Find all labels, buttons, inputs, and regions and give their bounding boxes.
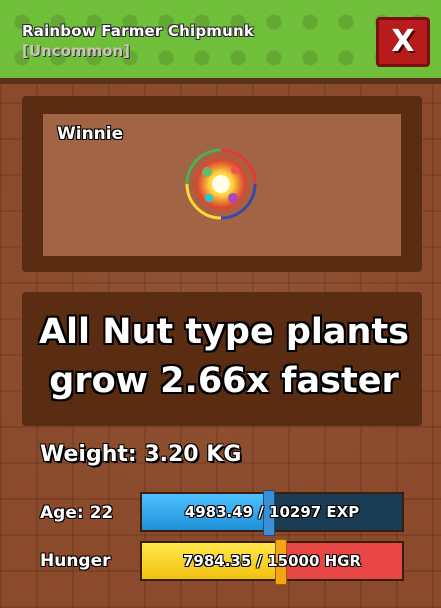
- pet-view-frame: Winnie: [22, 96, 422, 272]
- hunger-label: Hunger: [40, 551, 111, 571]
- rarity-label: [Uncommon]: [22, 42, 131, 60]
- rainbow-chipmunk-icon: [185, 148, 257, 220]
- hunger-bar-text: 7984.35 / 15000 HGR: [182, 552, 362, 570]
- weight-label: Weight: 3.20 KG: [40, 442, 242, 467]
- ability-description-box: All Nut type plants grow 2.66x faster: [22, 292, 422, 426]
- ability-description: All Nut type plants grow 2.66x faster: [38, 312, 410, 401]
- close-button[interactable]: X: [376, 17, 430, 67]
- pet-species-title: Rainbow Farmer Chipmunk: [22, 22, 255, 40]
- pet-name: Winnie: [57, 124, 124, 144]
- exp-bar: 4983.49 / 10297 EXP: [140, 490, 404, 536]
- pet-info-panel: Rainbow Farmer Chipmunk [Uncommon] X Win…: [0, 0, 441, 608]
- panel-header: Rainbow Farmer Chipmunk [Uncommon] X: [0, 0, 441, 84]
- pet-viewport: Winnie: [43, 114, 401, 256]
- exp-bar-text: 4983.49 / 10297 EXP: [184, 503, 360, 521]
- hunger-bar: 7984.35 / 15000 HGR: [140, 539, 404, 585]
- close-icon: X: [391, 24, 415, 59]
- age-label: Age: 22: [40, 503, 114, 523]
